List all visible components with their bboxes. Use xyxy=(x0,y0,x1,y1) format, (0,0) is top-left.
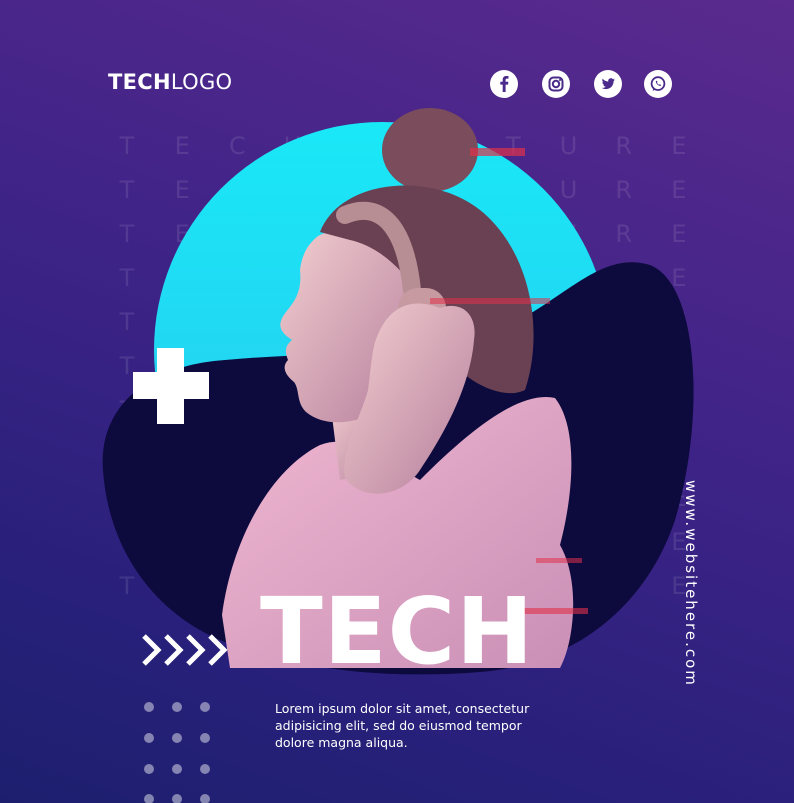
body-copy-line: Lorem ipsum dolor sit amet, consectetur xyxy=(275,701,530,716)
brand-strong: TECH xyxy=(108,70,171,94)
glitch-bar xyxy=(470,148,525,156)
dot-grid xyxy=(144,702,220,803)
hair-bun xyxy=(382,108,478,192)
glitch-bar xyxy=(430,298,550,304)
plus-icon xyxy=(133,348,209,424)
whatsapp-icon[interactable] xyxy=(644,70,672,98)
glitch-bar xyxy=(536,558,582,563)
brand-light: LOGO xyxy=(170,70,233,94)
poster: TECHFUTURETECHFUTURETECHFUTURETECHFUTURE… xyxy=(0,0,794,803)
body-copy-line: adipisicing elit, sed do eiusmod tempor xyxy=(275,718,522,733)
website-url[interactable]: www.websitehere.com xyxy=(672,480,712,700)
website-text: www.websitehere.com xyxy=(682,480,700,687)
body-copy-line: dolore magna aliqua. xyxy=(275,735,408,750)
chevrons-icon xyxy=(142,634,228,666)
headline: TECH xyxy=(260,578,535,685)
facebook-icon[interactable] xyxy=(490,70,518,98)
instagram-icon[interactable] xyxy=(542,70,570,98)
body-copy: Lorem ipsum dolor sit amet, consectetur … xyxy=(275,700,565,751)
brand-logo: TECHLOGO xyxy=(108,70,232,94)
twitter-icon[interactable] xyxy=(594,70,622,98)
